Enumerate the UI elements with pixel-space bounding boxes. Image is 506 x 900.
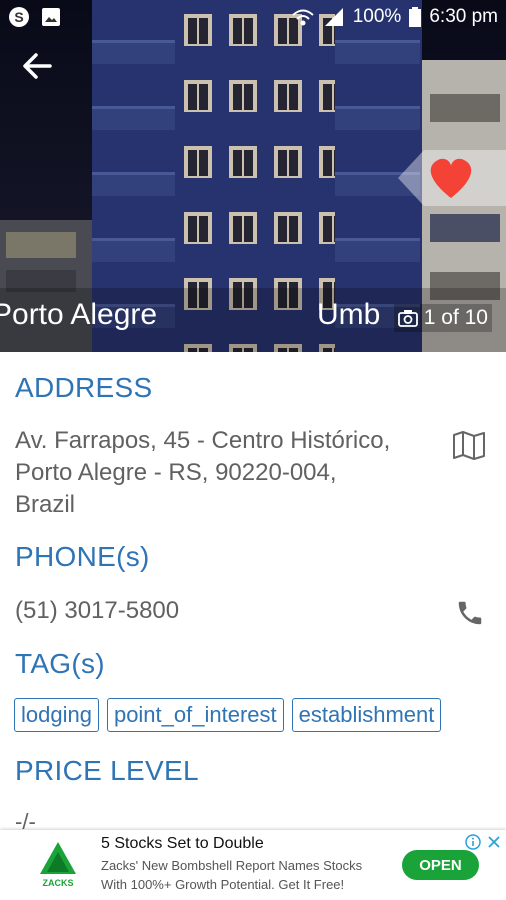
ad-info-icon[interactable] [465, 834, 481, 850]
phone-number[interactable]: (51) 3017-5800 [15, 595, 179, 627]
svg-text:S: S [14, 9, 23, 25]
ad-close-icon[interactable] [486, 834, 502, 850]
tags-heading: TAG(s) [15, 648, 105, 679]
photo-counter[interactable]: 1 of 10 [393, 304, 492, 332]
address-line-2: Porto Alegre - RS, 90220-004, [15, 459, 337, 486]
map-icon[interactable] [452, 430, 486, 460]
back-arrow-icon[interactable] [18, 46, 58, 86]
status-bar: S 100% 6:30 pm [0, 0, 506, 34]
tag-list: lodging point_of_interest establishment [14, 698, 442, 732]
battery-percent: 100% [352, 6, 402, 27]
photo-caption-left: Porto Alegre [0, 298, 158, 331]
svg-text:ZACKS: ZACKS [43, 878, 74, 888]
favorite-button[interactable] [398, 150, 506, 206]
camera-icon [397, 310, 418, 327]
phone-icon[interactable] [455, 598, 485, 628]
wifi-icon [292, 9, 314, 26]
ad-description: Zacks' New Bombshell Report Names Stocks… [101, 858, 363, 892]
clock: 6:30 pm [429, 6, 498, 27]
gallery-icon [42, 8, 60, 26]
tag-establishment[interactable]: establishment [291, 698, 442, 732]
battery-icon [409, 7, 422, 27]
skype-icon: S [9, 7, 29, 27]
address-line-1: Av. Farrapos, 45 - Centro Histórico, [15, 427, 391, 454]
tag-lodging[interactable]: lodging [14, 698, 99, 732]
ad-banner[interactable]: ZACKS 5 Stocks Set to Double Zacks' New … [0, 830, 506, 900]
photo-counter-label: 1 of 10 [423, 306, 488, 329]
address-line-3: Brazil [15, 491, 76, 518]
zacks-logo: ZACKS [40, 842, 76, 888]
address-text[interactable]: Av. Farrapos, 45 - Centro Histórico, Por… [15, 425, 390, 521]
phone-heading: PHONE(s) [15, 541, 150, 572]
photo-caption-right: Umb [317, 298, 381, 331]
ad-title: 5 Stocks Set to Double [101, 835, 264, 852]
signal-icon [324, 8, 343, 26]
hotel-photo[interactable]: S 100% 6:30 pm Porto Alegre Umb 1 of 10 [0, 0, 506, 352]
tag-point-of-interest[interactable]: point_of_interest [106, 698, 284, 732]
address-heading: ADDRESS [15, 372, 153, 403]
ad-open-button[interactable]: OPEN [402, 850, 479, 880]
price-level-heading: PRICE LEVEL [15, 755, 199, 786]
